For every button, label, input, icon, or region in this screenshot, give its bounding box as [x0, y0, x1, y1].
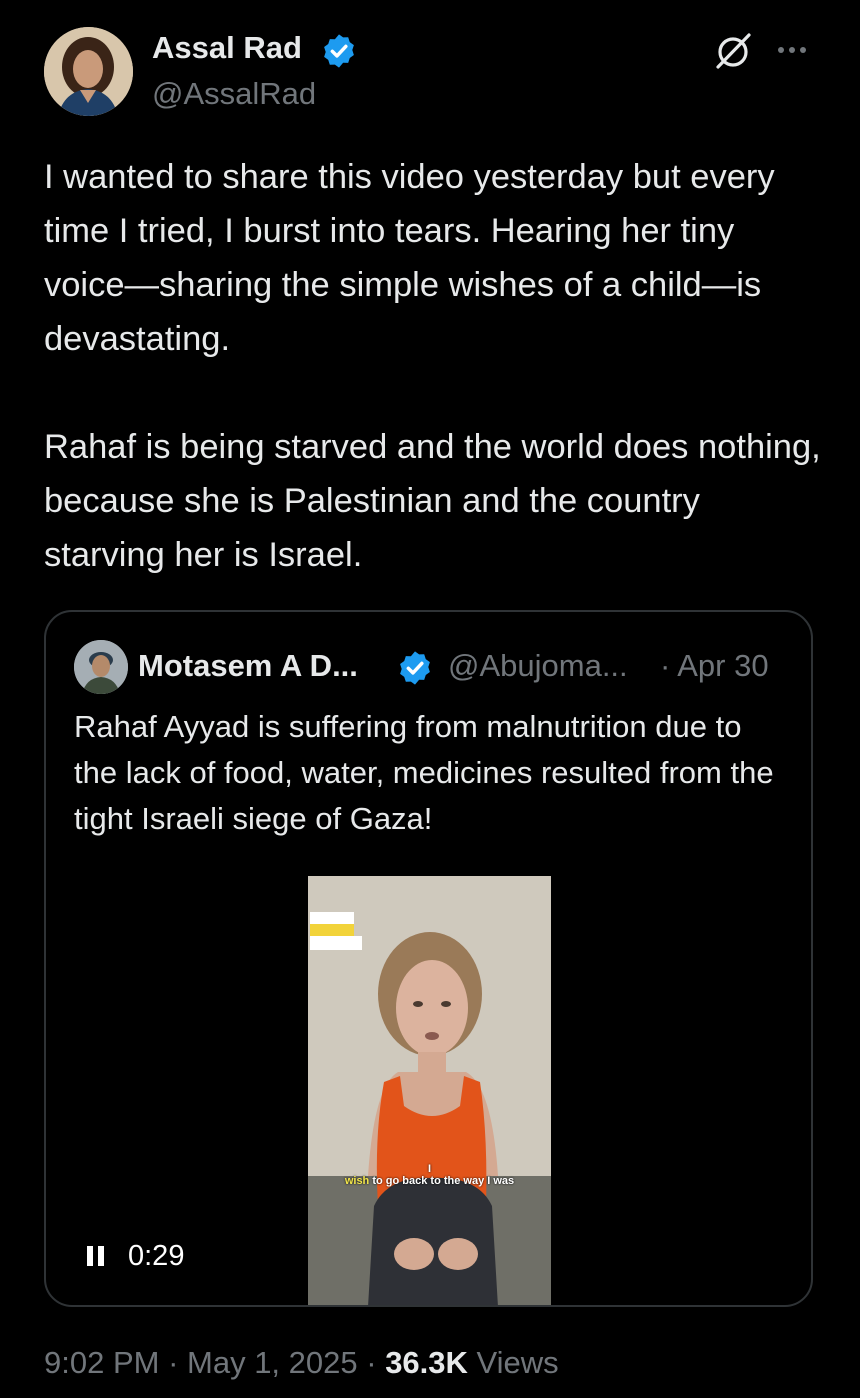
quoted-author-avatar[interactable]: [74, 640, 128, 694]
tweet-time[interactable]: 9:02 PM: [44, 1345, 159, 1380]
more-icon[interactable]: [772, 30, 812, 70]
video-caption-rest: to go back to the way I was: [372, 1175, 515, 1187]
quoted-author-name[interactable]: Motasem A D...: [138, 648, 358, 684]
verified-badge-icon: [324, 34, 354, 68]
tweet-meta: 9:02 PM · May 1, 2025 · 36.3K Views: [44, 1345, 559, 1381]
views-count[interactable]: 36.3K: [385, 1345, 468, 1380]
video-time: 0:29: [128, 1239, 185, 1272]
video-frame: [308, 876, 551, 1305]
grok-icon[interactable]: [712, 30, 754, 72]
author-avatar[interactable]: [44, 27, 133, 116]
views-label: Views: [467, 1345, 559, 1380]
quoted-tweet-card[interactable]: Motasem A D... @Abujoma... · Apr 30 Raha…: [44, 610, 813, 1307]
author-handle[interactable]: @AssalRad: [152, 76, 316, 112]
quoted-author-avatar-image: [74, 640, 128, 694]
pause-icon[interactable]: [86, 1245, 106, 1267]
video-controls[interactable]: 0:29: [86, 1238, 184, 1274]
quoted-date[interactable]: · Apr 30: [660, 648, 769, 684]
quoted-tweet-text: Rahaf Ayyad is suffering from malnutriti…: [74, 709, 774, 836]
meta-separator: ·: [159, 1345, 188, 1380]
tweet-paragraph: Rahaf is being starved and the world doe…: [44, 428, 821, 574]
tweet-date[interactable]: May 1, 2025: [187, 1345, 358, 1380]
meta-separator: ·: [357, 1345, 386, 1380]
tweet-paragraph: I wanted to share this video yesterday b…: [44, 158, 775, 358]
quoted-author-handle[interactable]: @Abujoma...: [448, 648, 628, 684]
video-caption-prefix: I: [427, 1163, 432, 1175]
tweet-text: I wanted to share this video yesterday b…: [44, 150, 824, 636]
author-avatar-image: [44, 27, 133, 116]
author-name[interactable]: Assal Rad: [152, 30, 302, 66]
quoted-verified-badge-icon: [400, 651, 430, 685]
video-caption-highlight: wish: [344, 1175, 370, 1187]
quoted-video[interactable]: I wish to go back to the way I was: [308, 876, 551, 1305]
video-caption: I wish to go back to the way I was: [308, 1163, 551, 1187]
